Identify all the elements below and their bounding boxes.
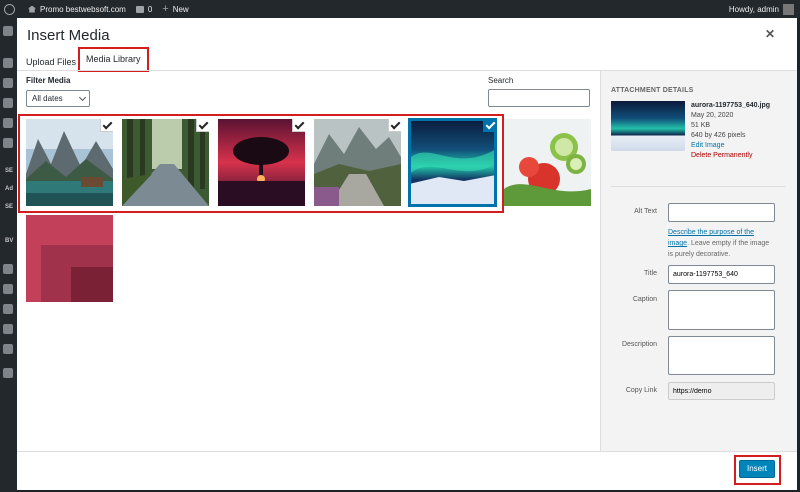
- comments-count: 0: [147, 4, 153, 14]
- dashboard-icon[interactable]: [3, 26, 13, 36]
- stone-path-image: [314, 119, 401, 206]
- filter-media-label: Filter Media: [26, 76, 71, 85]
- pin-icon[interactable]: [3, 58, 13, 68]
- user-icon[interactable]: [3, 304, 13, 314]
- caption-textarea[interactable]: [668, 290, 775, 330]
- settings-icon[interactable]: [3, 344, 13, 354]
- attachment-info: aurora-1197753_640.jpg May 20, 2020 51 K…: [691, 101, 770, 161]
- comments-icon[interactable]: [3, 118, 13, 128]
- pages-icon[interactable]: [3, 98, 13, 108]
- title-label: Title: [644, 270, 657, 277]
- alt-text-input[interactable]: [668, 203, 775, 222]
- chevron-down-icon: [78, 93, 87, 102]
- alt-text-help: Describe the purpose of the image. Leave…: [668, 227, 773, 260]
- menu-text-1[interactable]: SE: [5, 168, 13, 174]
- alt-text-label: Alt Text: [634, 208, 657, 215]
- home-icon: [28, 5, 36, 13]
- attachment-details-sidebar: ATTACHMENT DETAILS aurora-1197753_640.jp…: [600, 71, 797, 451]
- sidebar-divider: [611, 186, 786, 187]
- forest-road-image: [122, 119, 209, 206]
- plugin-icon[interactable]: [3, 284, 13, 294]
- date-filter-select[interactable]: All dates: [26, 90, 90, 107]
- pink-square-image: [26, 215, 113, 302]
- copy-link-label: Copy Link: [625, 387, 657, 394]
- media-item-cucumber-tomato[interactable]: [504, 119, 591, 206]
- menu-text-3[interactable]: SE: [5, 204, 13, 210]
- description-textarea[interactable]: [668, 336, 775, 375]
- checkmark-icon[interactable]: [292, 119, 305, 132]
- caption-label: Caption: [632, 296, 657, 303]
- wordpress-logo-icon[interactable]: [0, 0, 18, 18]
- delete-permanently-link[interactable]: Delete Permanently: [691, 151, 770, 161]
- new-label: New: [172, 4, 189, 14]
- copy-link-input[interactable]: [668, 382, 775, 400]
- title-input[interactable]: [668, 265, 775, 284]
- modal-title: Insert Media: [27, 27, 110, 44]
- close-icon[interactable]: ✕: [765, 27, 775, 41]
- attachment-dimensions: 640 by 426 pixels: [691, 132, 746, 139]
- howdy-text: Howdy, admin: [728, 4, 779, 14]
- site-name: Promo bestwebsoft.com: [40, 4, 126, 14]
- insert-media-modal: Insert Media ✕ Upload Files Media Librar…: [17, 18, 797, 490]
- media-item-forest-road[interactable]: [122, 119, 209, 206]
- admin-menu: SE Ad SE BV: [0, 18, 17, 492]
- media-item-stone-path[interactable]: [314, 119, 401, 206]
- attachment-preview: [611, 101, 685, 151]
- search-input[interactable]: [488, 89, 590, 107]
- lake-mountains-image: [26, 119, 113, 206]
- tab-upload-files[interactable]: Upload Files: [26, 52, 76, 72]
- checkmark-icon[interactable]: [388, 119, 401, 132]
- footer-divider: [17, 451, 797, 452]
- media-icon[interactable]: [3, 78, 13, 88]
- attachment-filesize: 51 KB: [691, 122, 711, 129]
- description-label: Description: [621, 341, 657, 348]
- admin-bar: Promo bestwebsoft.com 0 + New Howdy, adm…: [0, 0, 800, 18]
- account-menu[interactable]: Howdy, admin: [729, 0, 794, 18]
- menu-text-2[interactable]: Ad: [5, 186, 13, 192]
- checkmark-icon[interactable]: [100, 119, 113, 132]
- new-content-link[interactable]: + New: [162, 2, 189, 15]
- date-filter-value: All dates: [32, 94, 63, 103]
- edit-image-link[interactable]: Edit Image: [691, 141, 770, 151]
- tab-media-library[interactable]: Media Library: [78, 47, 149, 72]
- menu-icon[interactable]: [3, 138, 13, 148]
- menu-text-4[interactable]: BV: [5, 238, 13, 244]
- plus-icon: +: [162, 2, 169, 15]
- cucumber-tomato-image: [504, 119, 591, 206]
- media-item-pink-square[interactable]: [26, 215, 113, 302]
- collapse-icon[interactable]: [3, 368, 13, 378]
- attachment-filename: aurora-1197753_640.jpg: [691, 102, 770, 109]
- aurora-image: [409, 119, 496, 206]
- search-label: Search: [488, 76, 514, 85]
- attachment-date: May 20, 2020: [691, 112, 734, 119]
- comment-icon: [135, 5, 144, 13]
- tools-icon[interactable]: [3, 324, 13, 334]
- comments-link[interactable]: 0: [135, 4, 153, 14]
- checkmark-icon[interactable]: [483, 119, 496, 132]
- attachment-details-heading: ATTACHMENT DETAILS: [611, 87, 694, 94]
- avatar: [783, 3, 794, 15]
- tree-sunset-image: [218, 119, 305, 206]
- insert-button[interactable]: Insert: [739, 460, 775, 478]
- media-item-lake-mountains[interactable]: [26, 119, 113, 206]
- checkmark-icon[interactable]: [196, 119, 209, 132]
- site-name-link[interactable]: Promo bestwebsoft.com: [28, 5, 126, 14]
- brush-icon[interactable]: [3, 264, 13, 274]
- media-item-aurora[interactable]: [409, 119, 496, 206]
- media-item-tree-sunset[interactable]: [218, 119, 305, 206]
- modal-header: Insert Media ✕: [17, 18, 797, 48]
